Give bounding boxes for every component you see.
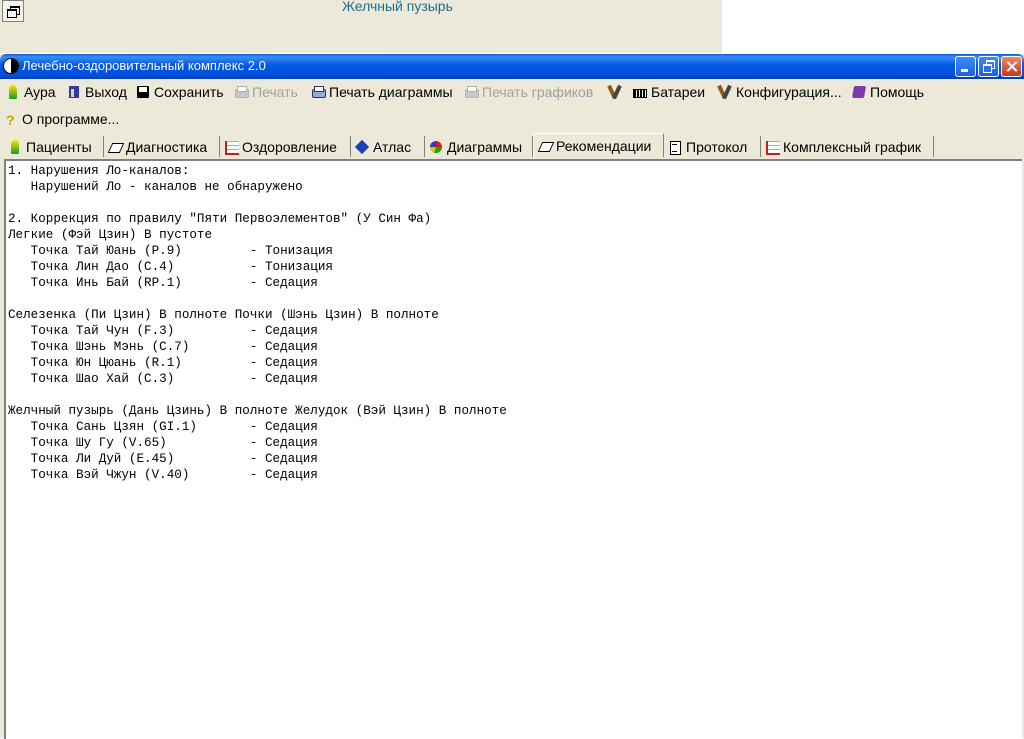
report-line: Точка Юн Цюань (R.1) - Седация <box>8 356 318 370</box>
tab-diagnostics[interactable]: Диагностика <box>104 136 220 157</box>
background-window: Желчный пузырь <box>0 0 722 53</box>
tab-patients-label: Пациенты <box>26 138 92 155</box>
menu-aura-label: Аура <box>24 84 56 100</box>
menu-about-label: О программе... <box>22 111 120 127</box>
background-window-title: Желчный пузырь <box>342 0 453 14</box>
report-line: Точка Тай Чун (F.3) - Седация <box>8 324 318 338</box>
tab-diagrams[interactable]: Диаграммы <box>425 136 533 157</box>
question-icon: ? <box>6 112 15 128</box>
close-button[interactable] <box>1001 56 1022 77</box>
tab-atlas[interactable]: Атлас <box>351 136 425 157</box>
menu-about[interactable]: ? О программе... <box>6 110 119 128</box>
report-line: Точка Шэнь Мэнь (C.7) - Седация <box>8 340 318 354</box>
report-line: Точка Инь Бай (RP.1) - Седация <box>8 276 318 290</box>
menu-exit-label: Выход <box>85 84 127 100</box>
menu-print-diagram[interactable]: Печать диаграммы <box>311 83 453 101</box>
menu-print-diagram-label: Печать диаграммы <box>329 84 453 100</box>
menu-batteries[interactable]: Батареи <box>633 83 705 101</box>
print-icon <box>234 85 249 99</box>
title-bar[interactable]: Лечебно-оздоровительный комплекс 2.0 <box>0 54 1024 79</box>
patient-icon <box>8 139 22 154</box>
chart-icon <box>765 140 780 155</box>
maximize-button[interactable] <box>978 56 999 77</box>
tab-protocol[interactable]: Протокол <box>664 136 761 157</box>
menu-print-label: Печать <box>252 84 298 100</box>
tab-healing-label: Оздоровление <box>242 138 337 155</box>
report-line: Точка Сань Цзян (GI.1) - Седация <box>8 420 318 434</box>
tab-bar: Пациенты Диагностика Оздоровление Атлас … <box>0 133 1024 158</box>
print-icon <box>311 85 326 99</box>
tab-complex-graph-label: Комплексный график <box>783 138 922 155</box>
tab-diagrams-label: Диаграммы <box>447 138 523 155</box>
report-line: Точка Лин Дао (C.4) - Тонизация <box>8 260 333 274</box>
report-line: Точка Ли Дуй (E.45) - Седация <box>8 452 318 466</box>
tab-recommendations[interactable]: Рекомендации <box>533 133 664 157</box>
help-book-icon <box>852 85 866 99</box>
menu-save[interactable]: Сохранить <box>136 83 224 101</box>
menu-configuration-label: Конфигурация... <box>736 84 842 100</box>
menu-bar: Аура Выход Сохранить Печать Печать диагр… <box>0 79 1024 105</box>
menu-help-label: Помощь <box>870 84 925 100</box>
menu-aura[interactable]: Аура <box>6 83 56 101</box>
menu-save-label: Сохранить <box>154 84 224 100</box>
menu-batteries-label: Батареи <box>651 84 706 100</box>
tab-healing[interactable]: Оздоровление <box>220 136 351 157</box>
tab-diagnostics-label: Диагностика <box>126 138 208 155</box>
report-line: Желчный пузырь (Дань Цзинь) В полноте Же… <box>8 404 507 418</box>
print-icon <box>464 85 479 99</box>
menu-configuration[interactable]: Конфигурация... <box>718 83 842 101</box>
report-line: Точка Шао Хай (C.3) - Седация <box>8 372 318 386</box>
report-line: Нарушений Ло - каналов не обнаружено <box>8 180 303 194</box>
tools-icon <box>718 85 732 99</box>
main-window: Лечебно-оздоровительный комплекс 2.0 Аур… <box>0 54 1024 739</box>
report-line: Селезенка (Пи Цзин) В полноте Почки (Шэн… <box>8 308 439 322</box>
report-line: Точка Вэй Чжун (V.40) - Седация <box>8 468 318 482</box>
exit-icon <box>67 85 81 99</box>
battery-icon <box>633 85 647 99</box>
atlas-icon <box>355 140 369 154</box>
chart-icon <box>224 140 239 155</box>
menu-help[interactable]: Помощь <box>852 83 924 101</box>
window-title: Лечебно-оздоровительный комплекс 2.0 <box>22 58 266 73</box>
menu-tools[interactable] <box>608 83 622 101</box>
tab-complex-graph[interactable]: Комплексный график <box>761 136 934 157</box>
report-line: Легкие (Фэй Цзин) В пустоте <box>8 228 213 242</box>
menu-bar-row-2: ? О программе... <box>0 106 1024 132</box>
report-line: 2. Коррекция по правилу "Пяти Первоэлеме… <box>8 212 432 226</box>
tab-atlas-label: Атлас <box>373 138 412 155</box>
protocol-icon <box>668 140 682 155</box>
diagnostic-icon <box>108 140 122 154</box>
globe-icon <box>429 140 443 154</box>
aura-icon <box>6 85 20 99</box>
tools-icon <box>608 85 622 99</box>
menu-print-graphs-label: Печать графиков <box>482 84 594 100</box>
tab-protocol-label: Протокол <box>686 138 748 155</box>
save-icon <box>136 85 150 99</box>
report-line: Точка Шу Гу (V.65) - Седация <box>8 436 318 450</box>
menu-print-graphs[interactable]: Печать графиков <box>464 83 593 101</box>
restore-icon[interactable] <box>2 0 24 22</box>
yin-yang-icon[interactable] <box>3 58 19 74</box>
report-line: 1. Нарушения Ло-каналов: <box>8 164 190 178</box>
minimize-button[interactable] <box>955 56 976 77</box>
tab-recommendations-label: Рекомендации <box>556 137 652 154</box>
diagnostic-icon <box>538 139 552 153</box>
tab-patients[interactable]: Пациенты <box>4 136 104 157</box>
menu-exit[interactable]: Выход <box>67 83 127 101</box>
menu-print[interactable]: Печать <box>234 83 298 101</box>
report-line: Точка Тай Юань (P.9) - Тонизация <box>8 244 333 258</box>
recommendations-text-area[interactable]: 1. Нарушения Ло-каналов: Нарушений Ло - … <box>4 159 1022 739</box>
